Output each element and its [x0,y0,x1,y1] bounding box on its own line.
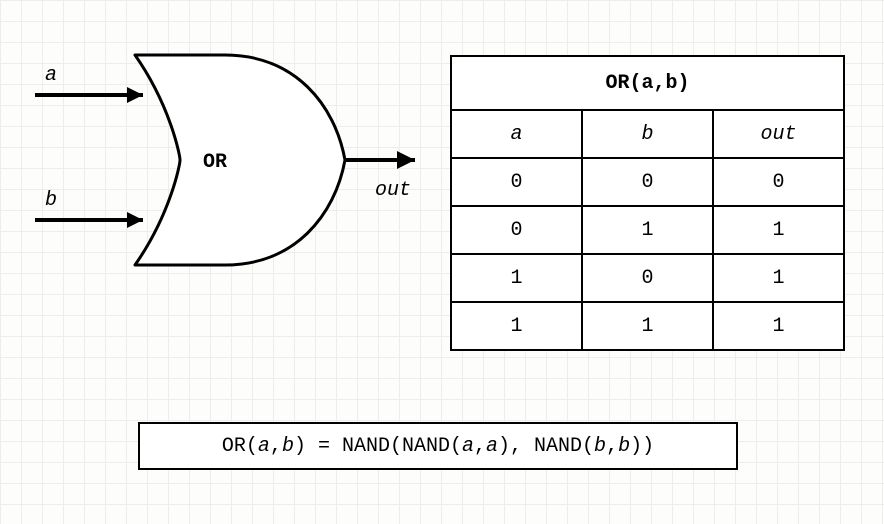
col-header-a: a [451,110,582,158]
table-row: 1 0 1 [451,254,844,302]
cell: 1 [451,254,582,302]
cell: 0 [451,206,582,254]
arrow-icon [127,87,143,103]
input-a-label: a [45,64,57,87]
col-header-b: b [582,110,713,158]
cell: 0 [451,158,582,206]
cell: 1 [713,206,844,254]
output-label: out [375,179,411,202]
arrow-icon [127,212,143,228]
arrow-icon [397,151,415,169]
cell: 1 [713,302,844,350]
col-header-out: out [713,110,844,158]
table-row: 0 0 0 [451,158,844,206]
cell: 0 [713,158,844,206]
cell: 1 [451,302,582,350]
truth-table: OR(a,b) a b out 0 0 0 0 1 1 1 0 1 1 1 1 [450,55,845,351]
input-b-label: b [45,189,57,212]
truth-table-title: OR(a,b) [451,56,844,110]
cell: 0 [582,158,713,206]
gate-name-label: OR [203,151,227,174]
or-gate-diagram: a b out OR [15,35,430,325]
formula-box: OR(a,b) = NAND(NAND(a,a), NAND(b,b)) [138,422,738,470]
cell: 1 [582,206,713,254]
table-row: 1 1 1 [451,302,844,350]
table-row: 0 1 1 [451,206,844,254]
cell: 1 [713,254,844,302]
cell: 0 [582,254,713,302]
cell: 1 [582,302,713,350]
or-gate-shape [135,55,345,265]
formula-text: OR(a,b) = NAND(NAND(a,a), NAND(b,b)) [222,435,654,458]
